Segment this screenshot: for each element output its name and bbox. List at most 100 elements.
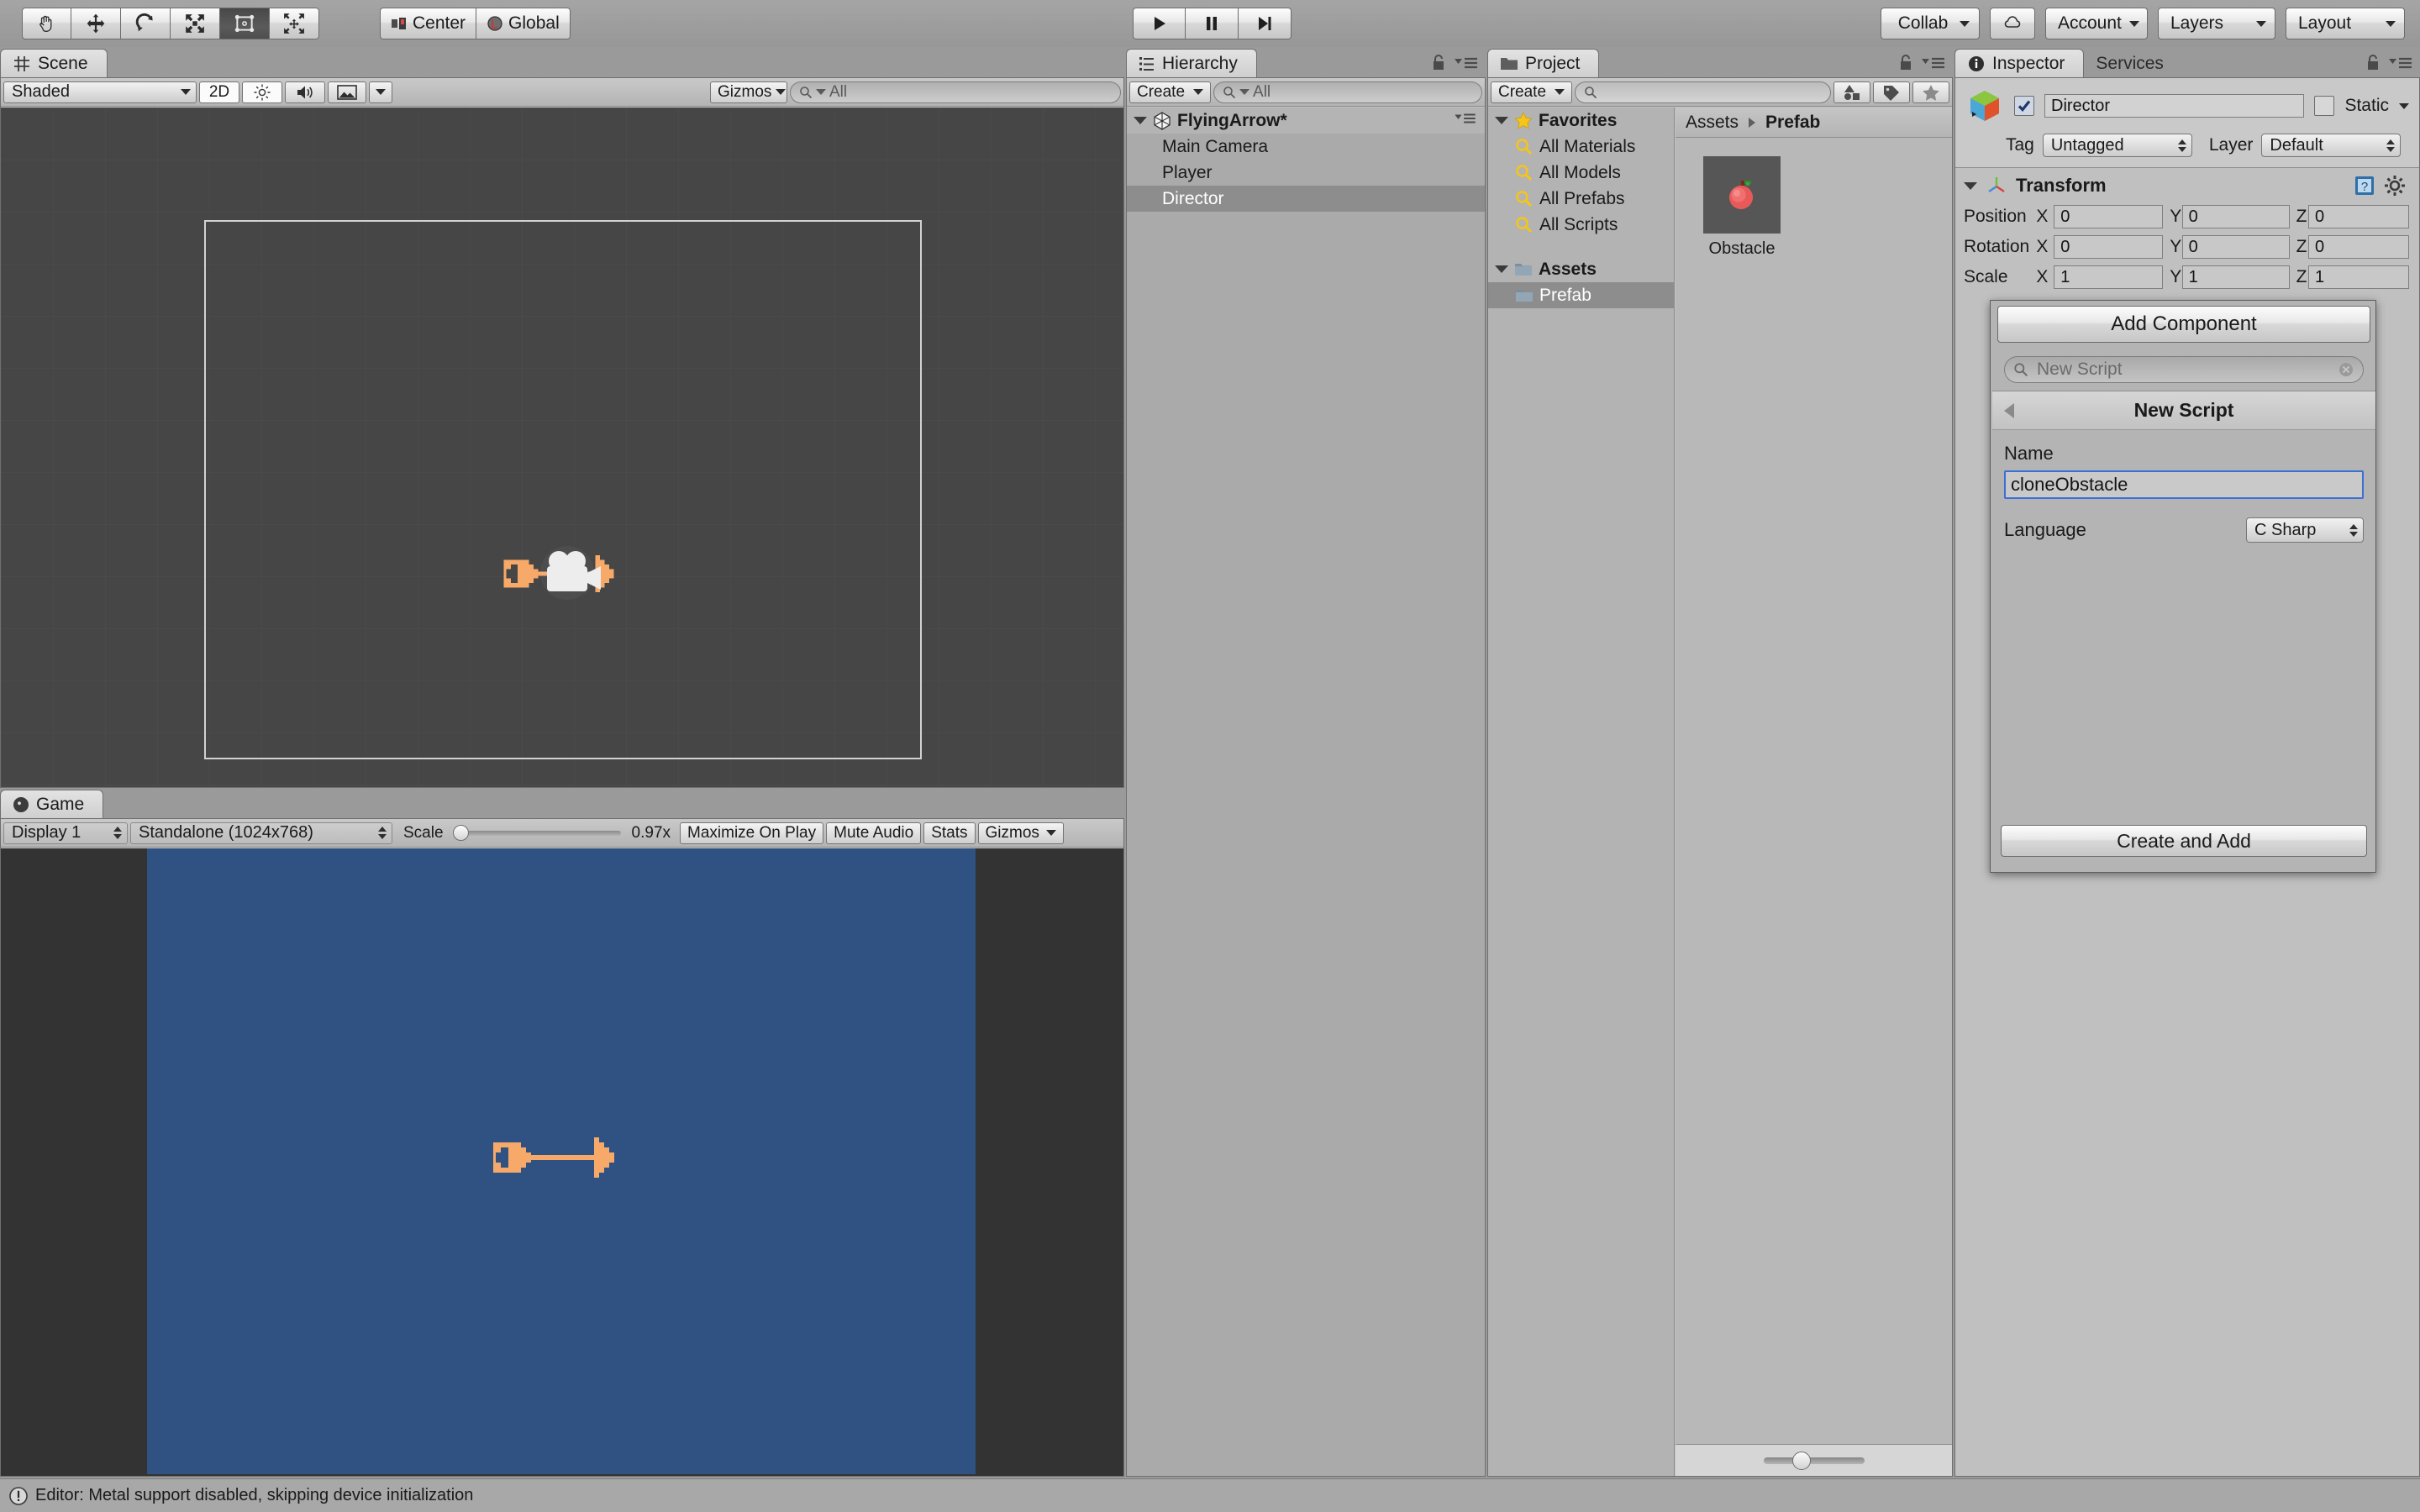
scene-viewport[interactable] [1, 108, 1123, 787]
hierarchy-scene-row[interactable]: FlyingArrow* [1127, 108, 1485, 134]
pivot-handle-group[interactable]: Center Global [380, 8, 571, 39]
chevron-down-icon[interactable] [2399, 102, 2409, 109]
toggle-2d-button[interactable]: 2D [199, 81, 239, 103]
scale-x-field[interactable] [2054, 265, 2164, 289]
layout-button[interactable]: Layout [2286, 8, 2405, 39]
tab-services[interactable]: Services [2083, 49, 2183, 77]
scale-z-field[interactable] [2308, 265, 2410, 289]
filter-by-type-button[interactable] [1833, 81, 1870, 103]
maximize-on-play-button[interactable]: Maximize On Play [680, 822, 824, 844]
hierarchy-create-button[interactable]: Create [1129, 81, 1212, 103]
back-arrow-icon[interactable] [2004, 402, 2014, 418]
account-button[interactable]: Account [2045, 8, 2148, 39]
panel-menu-icon[interactable] [1454, 55, 1479, 71]
rotation-y-field[interactable] [2181, 235, 2290, 259]
scale-y-field[interactable] [2181, 265, 2290, 289]
project-folder-prefab[interactable]: Prefab [1488, 282, 1674, 308]
project-favorite-all-materials[interactable]: All Materials [1488, 134, 1674, 160]
lighting-toggle-button[interactable] [242, 81, 282, 103]
asset-item-obstacle[interactable]: Obstacle [1696, 156, 1788, 259]
resolution-dropdown[interactable]: Standalone (1024x768) [130, 822, 392, 844]
project-create-button[interactable]: Create [1491, 81, 1573, 103]
breadcrumb-prefab[interactable]: Prefab [1765, 113, 1820, 133]
add-component-button[interactable]: Add Component [1997, 306, 2370, 343]
gear-icon[interactable] [2384, 175, 2406, 197]
tab-scene[interactable]: Scene [0, 49, 108, 77]
help-icon[interactable]: ? [2354, 175, 2375, 197]
rotate-tool-button[interactable] [121, 8, 171, 39]
display-dropdown[interactable]: Display 1 [3, 822, 128, 844]
panel-menu-icon[interactable] [1921, 55, 1946, 71]
asset-zoom-slider-handle[interactable] [1791, 1451, 1811, 1470]
tab-hierarchy[interactable]: Hierarchy [1126, 49, 1257, 77]
script-name-input[interactable] [2004, 470, 2364, 499]
breadcrumb-assets[interactable]: Assets [1686, 113, 1739, 133]
pause-button[interactable] [1186, 8, 1239, 39]
step-button[interactable] [1239, 8, 1292, 39]
shading-mode-dropdown[interactable]: Shaded [3, 81, 197, 103]
disclosure-triangle-icon[interactable] [1495, 265, 1508, 273]
lock-icon[interactable] [2365, 54, 2381, 72]
clear-icon[interactable] [2338, 361, 2354, 378]
scene-search-input[interactable]: All [790, 81, 1121, 103]
object-name-field[interactable] [2044, 94, 2305, 118]
hand-tool-button[interactable] [22, 8, 71, 39]
transform-tools-group[interactable] [22, 8, 319, 39]
static-checkbox[interactable] [2314, 96, 2335, 116]
audio-toggle-button[interactable] [285, 81, 325, 103]
hierarchy-search-input[interactable]: All [1213, 81, 1482, 103]
filter-by-label-button[interactable] [1873, 81, 1910, 103]
play-button[interactable] [1133, 8, 1186, 39]
hierarchy-item-player[interactable]: Player [1127, 160, 1485, 186]
language-dropdown[interactable]: C Sharp [2246, 517, 2364, 543]
fx-toggle-button[interactable] [328, 81, 366, 103]
stats-button[interactable]: Stats [923, 822, 976, 844]
tab-inspector[interactable]: Inspector [1954, 49, 2085, 77]
scale-slider[interactable] [452, 822, 621, 844]
project-favorite-all-scripts[interactable]: All Scripts [1488, 212, 1674, 238]
tab-game[interactable]: Game [0, 790, 104, 818]
rotation-x-field[interactable] [2054, 235, 2164, 259]
move-tool-button[interactable] [71, 8, 121, 39]
layers-button[interactable]: Layers [2158, 8, 2275, 39]
object-enabled-checkbox[interactable] [2014, 96, 2034, 116]
pivot-mode-button[interactable]: Center [380, 8, 477, 39]
scene-menu-icon[interactable] [1453, 111, 1478, 126]
disclosure-triangle-icon[interactable] [1134, 117, 1147, 124]
asset-zoom-slider[interactable] [1676, 1444, 1952, 1476]
tag-dropdown[interactable]: Untagged [2042, 134, 2192, 157]
handle-mode-button[interactable]: Global [476, 8, 571, 39]
playback-controls[interactable] [1133, 8, 1292, 39]
hierarchy-item-main-camera[interactable]: Main Camera [1127, 134, 1485, 160]
mute-audio-button[interactable]: Mute Audio [826, 822, 922, 844]
lock-icon[interactable] [1897, 54, 1914, 72]
favorite-button[interactable] [1912, 81, 1949, 103]
disclosure-triangle-icon[interactable] [1964, 181, 1977, 190]
tab-project[interactable]: Project [1487, 49, 1600, 77]
scale-tool-button[interactable] [171, 8, 220, 39]
scale-slider-handle[interactable] [452, 825, 469, 841]
game-gizmos-button[interactable]: Gizmos [977, 822, 1064, 844]
rect-tool-button[interactable] [220, 8, 270, 39]
position-z-field[interactable] [2308, 205, 2410, 228]
layer-dropdown[interactable]: Default [2261, 134, 2402, 157]
status-bar[interactable]: Editor: Metal support disabled, skipping… [0, 1478, 2420, 1512]
project-favorite-all-prefabs[interactable]: All Prefabs [1488, 186, 1674, 212]
component-search-input[interactable]: New Script [2004, 355, 2364, 383]
hierarchy-item-director[interactable]: Director [1127, 186, 1485, 212]
project-search-input[interactable] [1575, 81, 1831, 103]
lock-icon[interactable] [1430, 54, 1447, 72]
disclosure-triangle-icon[interactable] [1495, 117, 1508, 124]
transform-tool-button[interactable] [270, 8, 319, 39]
fx-dropdown-button[interactable] [369, 81, 392, 103]
position-x-field[interactable] [2054, 205, 2164, 228]
project-assets-row[interactable]: Assets [1488, 256, 1674, 282]
game-viewport[interactable] [1, 848, 1123, 1476]
project-favorite-all-models[interactable]: All Models [1488, 160, 1674, 186]
rotation-z-field[interactable] [2308, 235, 2410, 259]
collab-button[interactable]: Collab [1881, 8, 1980, 39]
panel-menu-icon[interactable] [2388, 55, 2413, 71]
scene-gizmos-button[interactable]: Gizmos [710, 81, 787, 103]
project-favorites-row[interactable]: Favorites [1488, 108, 1674, 134]
position-y-field[interactable] [2181, 205, 2290, 228]
